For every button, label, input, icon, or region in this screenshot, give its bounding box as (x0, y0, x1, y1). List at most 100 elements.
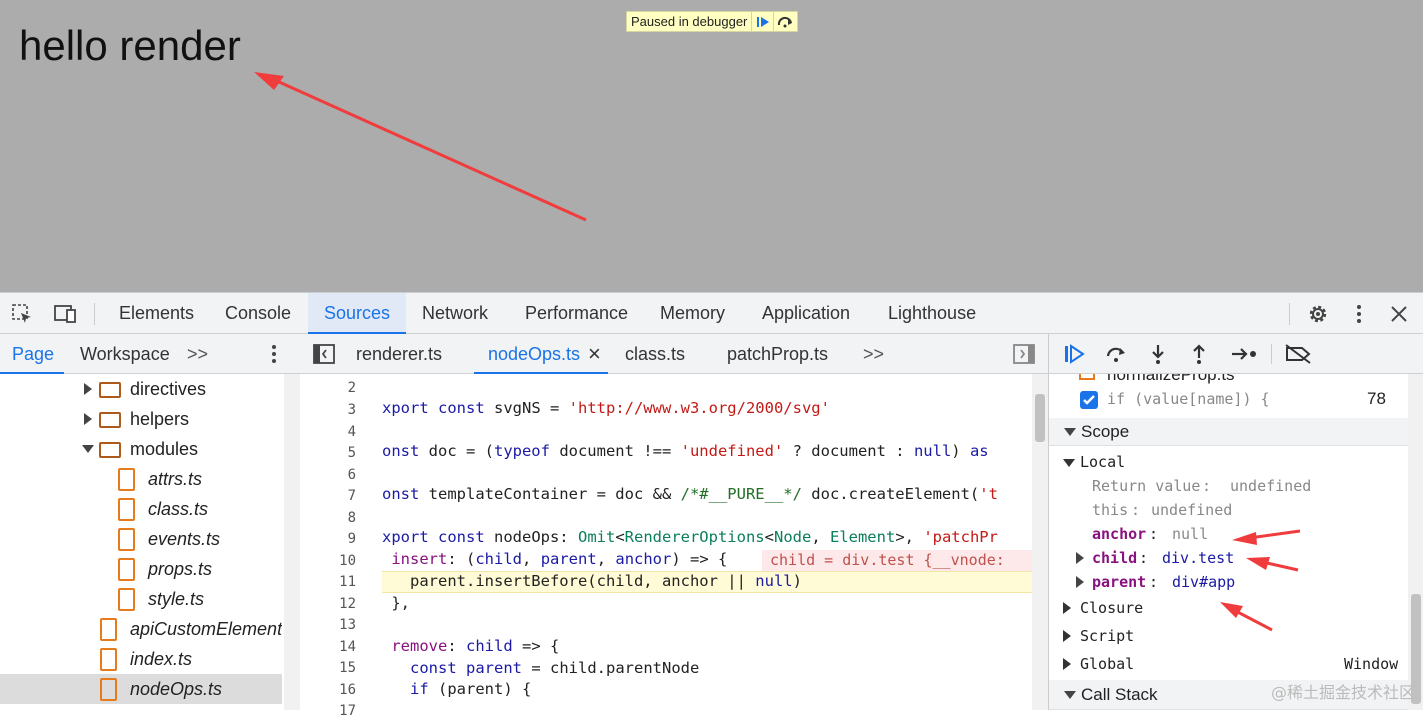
settings-icon[interactable] (1305, 301, 1331, 327)
tab-workspace[interactable]: Workspace (80, 334, 170, 374)
tree-label: props.ts (148, 559, 213, 579)
line-number[interactable]: 8 (316, 510, 356, 526)
line-number[interactable]: 17 (316, 703, 356, 719)
more-tabs-icon[interactable]: >> (863, 334, 884, 374)
tab-network[interactable]: Network (410, 293, 500, 334)
scope-var-anchor[interactable]: anchor : null (1049, 522, 1409, 546)
tab-memory[interactable]: Memory (648, 293, 737, 334)
scope-var-return[interactable]: Return value : undefined (1049, 474, 1409, 498)
more-options-icon[interactable] (266, 342, 282, 366)
tab-console[interactable]: Console (212, 293, 304, 334)
line-number[interactable]: 11 (316, 574, 356, 590)
scope-global-row[interactable]: Global Window (1049, 651, 1409, 677)
toggle-navigator-icon[interactable] (312, 342, 336, 366)
tab-page[interactable]: Page (0, 334, 64, 374)
tree-file-index[interactable]: index.ts (0, 644, 282, 674)
code-line[interactable]: xport const nodeOps: Omit<RendererOption… (382, 528, 998, 546)
editor-tab-class[interactable]: class.ts (625, 334, 685, 374)
collapsed-arrow-icon (1076, 576, 1084, 588)
device-toggle-icon[interactable] (52, 302, 78, 326)
expanded-arrow-icon (1064, 691, 1076, 699)
editor-tab-patchprop[interactable]: patchProp.ts (727, 334, 828, 374)
folder-icon (99, 442, 121, 458)
code-line[interactable]: onst templateContainer = doc && /*#__PUR… (382, 485, 998, 503)
code-line[interactable]: remove: child => { (382, 637, 559, 655)
code-line[interactable]: if (parent) { (382, 680, 531, 698)
code-line[interactable]: }, (382, 594, 410, 612)
line-number[interactable]: 9 (316, 531, 356, 547)
var-colon: : (1202, 477, 1212, 495)
tab-sources[interactable]: Sources (308, 293, 406, 334)
step-into-icon[interactable] (1145, 342, 1171, 366)
tree-folder-helpers[interactable]: helpers (0, 404, 282, 434)
tree-folder-directives[interactable]: directives (0, 374, 282, 404)
folder-icon (99, 412, 121, 428)
resume-icon[interactable] (1061, 342, 1087, 366)
navigator-scrollbar[interactable] (284, 374, 300, 710)
tab-elements[interactable]: Elements (106, 293, 207, 334)
tree-file-nodeops[interactable]: nodeOps.ts (0, 674, 282, 704)
editor-tab-nodeops[interactable]: nodeOps.ts × (474, 334, 608, 374)
step-over-icon[interactable] (1103, 342, 1129, 366)
code-line[interactable]: parent.insertBefore(child, anchor || nul… (382, 572, 802, 590)
collapsed-arrow-icon (1063, 630, 1071, 642)
code-line[interactable]: onst doc = (typeof document !== 'undefin… (382, 442, 989, 460)
scope-var-parent[interactable]: parent : div#app (1049, 570, 1409, 594)
line-number[interactable]: 15 (316, 660, 356, 676)
line-number[interactable]: 7 (316, 488, 356, 504)
scope-section-header[interactable]: Scope (1049, 418, 1409, 446)
line-number[interactable]: 6 (316, 467, 356, 483)
line-number[interactable]: 2 (316, 380, 356, 396)
debugger-scrollbar[interactable] (1408, 374, 1423, 710)
code-line[interactable]: xport const svgNS = 'http://www.w3.org/2… (382, 399, 830, 417)
tree-folder-modules[interactable]: modules (0, 434, 282, 464)
editor-scrollbar[interactable] (1032, 374, 1048, 710)
more-icon[interactable] (1348, 301, 1370, 327)
tab-performance[interactable]: Performance (513, 293, 640, 334)
scope-var-this[interactable]: this : undefined (1049, 498, 1409, 522)
inspect-element-icon[interactable] (10, 302, 34, 326)
scroll-thumb[interactable] (1035, 394, 1045, 442)
scope-script-row[interactable]: Script (1049, 623, 1409, 649)
code-line[interactable]: insert: (child, parent, anchor) => { (382, 550, 727, 568)
code-line[interactable]: const parent = child.parentNode (382, 659, 699, 677)
close-icon[interactable] (1387, 301, 1411, 327)
resume-icon[interactable] (751, 12, 773, 31)
tree-file-props[interactable]: props.ts (0, 554, 282, 584)
line-number[interactable]: 12 (316, 596, 356, 612)
tab-application[interactable]: Application (750, 293, 862, 334)
more-tabs-icon[interactable]: >> (187, 334, 208, 374)
scope-label: Script (1080, 627, 1135, 645)
tab-lighthouse[interactable]: Lighthouse (876, 293, 988, 334)
close-tab-icon[interactable]: × (588, 334, 601, 374)
line-number[interactable]: 16 (316, 682, 356, 698)
editor-tab-renderer[interactable]: renderer.ts (356, 334, 442, 374)
line-number[interactable]: 3 (316, 402, 356, 418)
watermark: @稀土掘金技术社区 (1270, 683, 1415, 702)
step-out-icon[interactable] (1186, 342, 1212, 366)
tree-label: directives (130, 379, 207, 399)
var-key: this (1092, 501, 1129, 519)
breakpoint-checkbox[interactable] (1080, 391, 1098, 409)
breakpoint-row[interactable]: if (value[name]) { 78 (1049, 386, 1409, 416)
line-number[interactable]: 10 (316, 553, 356, 569)
tree-file-attrs[interactable]: attrs.ts (0, 464, 282, 494)
line-number[interactable]: 14 (316, 639, 356, 655)
scope-local-row[interactable]: Local (1049, 450, 1409, 476)
tree-file-class[interactable]: class.ts (0, 494, 282, 524)
line-gutter[interactable]: 2 3 4 5 6 7 8 9 10 11 12 13 14 15 16 17 (300, 374, 370, 719)
tree-file-style[interactable]: style.ts (0, 584, 282, 614)
deactivate-breakpoints-icon[interactable] (1283, 342, 1313, 366)
breakpoint-file-row[interactable]: normalizeProp.ts (1049, 374, 1409, 386)
line-number[interactable]: 4 (316, 424, 356, 440)
tree-file-events[interactable]: events.ts (0, 524, 282, 554)
step-icon[interactable] (1229, 342, 1259, 366)
tree-file-apicustomelement[interactable]: apiCustomElement.t (0, 614, 282, 644)
scope-closure-row[interactable]: Closure (1049, 595, 1409, 621)
scope-var-child[interactable]: child : div.test (1049, 546, 1409, 570)
tree-label: style.ts (148, 589, 205, 609)
line-number[interactable]: 13 (316, 617, 356, 633)
step-over-icon[interactable] (773, 12, 795, 31)
toggle-debugger-icon[interactable] (1012, 342, 1036, 366)
line-number[interactable]: 5 (316, 445, 356, 461)
